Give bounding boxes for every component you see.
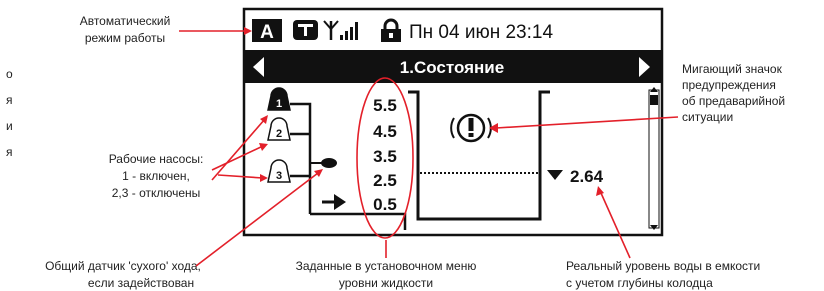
pump-3-number: 3 [276,170,282,182]
menu-bar: 1.Состояние [244,50,662,83]
annotation-warning: предупреждения [682,78,776,92]
pump-mode-icon [293,20,318,40]
auto-mode-letter: A [260,22,274,43]
annotation-warning: ситуации [682,110,733,124]
annotation-dry-run: если задействован [88,276,194,290]
annotation-real-level: с учетом глубины колодца [566,276,713,290]
level-value: 4.5 [373,122,397,141]
left-edge-fragments: о я и я [6,67,13,159]
annotation-set-levels: Заданные в установочном меню [296,259,477,273]
left-fragment: и [6,119,13,133]
scrollbar-thumb[interactable] [650,95,658,105]
annotation-auto-mode: режим работы [85,31,165,45]
level-value: 0.5 [373,195,397,214]
pump-2-number: 2 [276,128,282,140]
left-fragment: о [6,67,13,81]
annotation-warning: об предаварийной [682,94,785,108]
diagram-canvas: о я и я A Пн 04 июн 23:14 1.Состояние 1 … [6,7,785,290]
annotation-real-level: Реальный уровень воды в емкости [566,259,760,273]
date-time: Пн 04 июн 23:14 [409,22,553,43]
annotation-pumps: 1 - включен, [122,169,190,183]
water-level-value: 2.64 [570,167,604,186]
pump-1-number: 1 [276,98,282,110]
scrollbar[interactable] [648,87,660,230]
annotation-dry-run: Общий датчик 'сухого' хода, [45,259,201,273]
annotation-pumps: Рабочие насосы: [109,152,204,166]
menu-title: 1.Состояние [400,58,504,77]
left-fragment: я [6,145,13,159]
level-value: 3.5 [373,147,397,166]
level-setpoints: 5.5 4.5 3.5 2.5 0.5 [373,96,397,214]
annotation-pumps: 2,3 - отключены [112,186,201,200]
level-value: 5.5 [373,96,397,115]
annotation-auto-mode: Автоматический [80,14,171,28]
annotation-warning: Мигающий значок [682,62,783,76]
level-value: 2.5 [373,171,397,190]
annotation-set-levels: уровни жидкости [339,276,433,290]
left-fragment: я [6,93,13,107]
